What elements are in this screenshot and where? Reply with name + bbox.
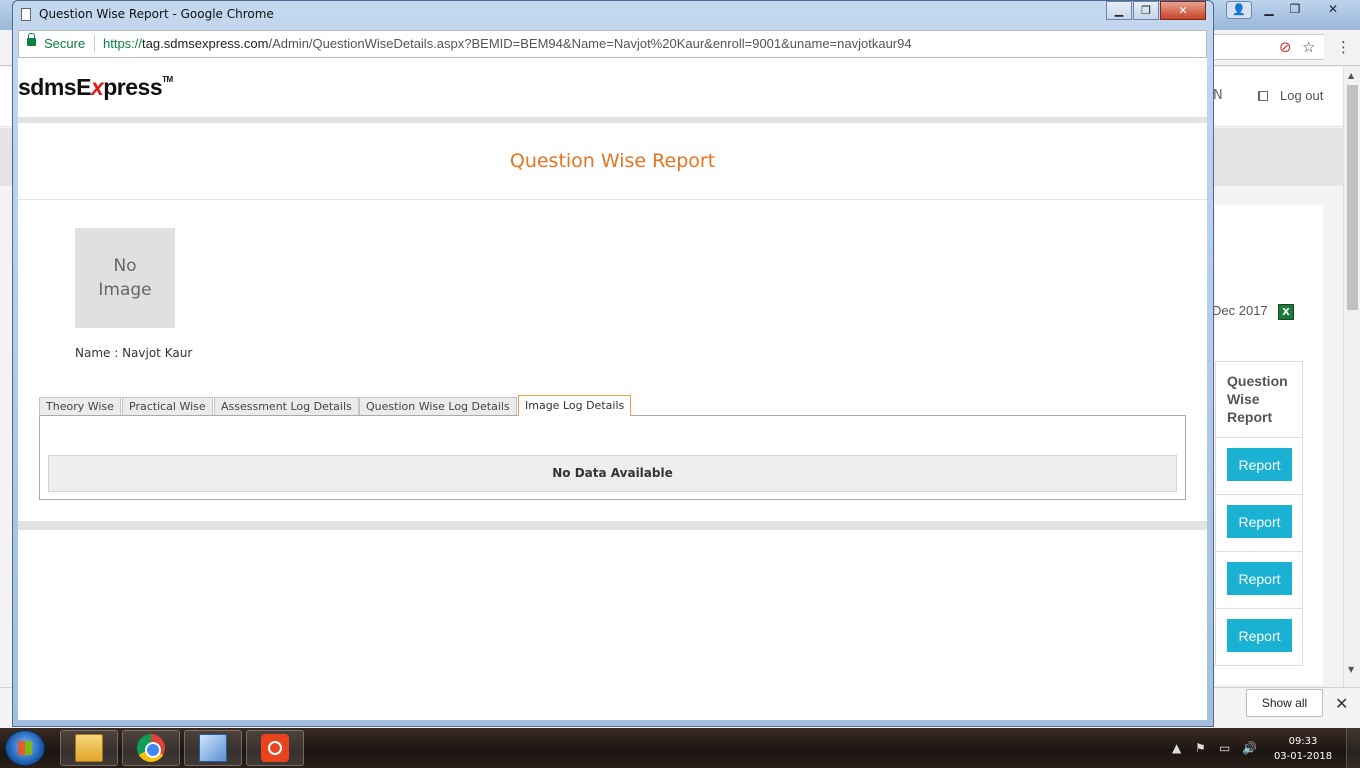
folder-icon: [75, 734, 103, 762]
popup-window-title: Question Wise Report - Google Chrome: [39, 7, 274, 21]
tab-question-wise-log-details[interactable]: Question Wise Log Details: [359, 397, 517, 416]
logo-text-part: sdmsE: [18, 74, 91, 100]
table-header-question-wise-report: Question Wise Report: [1216, 362, 1302, 438]
background-scrollbar[interactable]: ▲ ▼: [1343, 67, 1360, 687]
popup-close-button[interactable]: ✕: [1160, 1, 1206, 20]
report-button[interactable]: Report: [1227, 505, 1292, 538]
system-clock[interactable]: 09:33 03-01-2018: [1268, 734, 1338, 764]
logout-icon: [1258, 91, 1268, 101]
background-header-partial-text: N: [1213, 88, 1223, 103]
clock-time: 09:33: [1288, 736, 1318, 747]
page-url[interactable]: https://tag.sdmsexpress.com/Admin/Questi…: [103, 36, 912, 51]
popup-minimize-button[interactable]: ▁: [1106, 1, 1132, 20]
popup-maximize-button[interactable]: ❐: [1133, 1, 1159, 20]
secure-lock-icon[interactable]: [27, 33, 36, 46]
url-host: tag.sdmsexpress.com: [142, 36, 269, 51]
logout-link[interactable]: Log out: [1258, 88, 1323, 103]
logo-trademark: TM: [162, 75, 173, 84]
background-table: Question Wise Report Report Report Repor…: [1215, 361, 1303, 666]
action-center-flag-icon[interactable]: ⚑: [1195, 741, 1206, 755]
no-data-message: No Data Available: [48, 455, 1177, 492]
secure-label[interactable]: Secure: [44, 36, 85, 51]
report-button[interactable]: Report: [1227, 448, 1292, 481]
tab-image-log-details[interactable]: Image Log Details: [518, 395, 632, 416]
volume-icon[interactable]: 🔊: [1242, 741, 1257, 755]
background-maximize-button[interactable]: ❐: [1282, 1, 1308, 19]
background-minimize-button[interactable]: ▁: [1256, 1, 1282, 19]
show-all-downloads-button[interactable]: Show all: [1246, 689, 1323, 717]
address-bar-separator: [94, 35, 95, 52]
page-title: Question Wise Report: [509, 150, 716, 172]
candidate-name: Name : Navjot Kaur: [75, 346, 193, 360]
no-image-line: No: [113, 256, 137, 276]
report-button[interactable]: Report: [1227, 562, 1292, 595]
logo-text-x: x: [90, 74, 104, 100]
table-row: Report: [1216, 495, 1302, 552]
windows-logo-icon: [18, 741, 32, 755]
url-path: /Admin/QuestionWiseDetails.aspx?BEMID=BE…: [268, 36, 912, 51]
url-scheme: https://: [103, 36, 143, 51]
table-row: Report: [1216, 609, 1302, 666]
blocked-content-icon[interactable]: ⊘: [1279, 38, 1292, 56]
header-divider: [18, 117, 1207, 123]
show-hidden-icons-arrow-icon[interactable]: ▲: [1172, 741, 1181, 755]
candidate-photo-placeholder: No Image: [75, 228, 175, 328]
logo-text-part: press: [103, 74, 163, 100]
chrome-icon: [137, 734, 165, 762]
tab-practical-wise[interactable]: Practical Wise: [122, 397, 213, 416]
report-button[interactable]: Report: [1227, 619, 1292, 652]
scroll-up-arrow-icon[interactable]: ▲: [1348, 71, 1354, 80]
sdmsexpress-logo: sdmsExpressTM: [18, 74, 173, 101]
scrollbar-thumb[interactable]: [1347, 85, 1358, 310]
footer-divider: [18, 521, 1207, 530]
menu-kebab-icon[interactable]: ⋮: [1336, 38, 1351, 56]
background-date-text: Dec 2017: [1212, 303, 1268, 318]
logout-label: Log out: [1280, 88, 1324, 103]
table-row: Report: [1216, 552, 1302, 609]
page-favicon-icon: [21, 8, 31, 21]
tab-assessment-log-details[interactable]: Assessment Log Details: [214, 397, 359, 416]
user-profile-icon[interactable]: 👤: [1226, 1, 1252, 19]
tab-theory-wise[interactable]: Theory Wise: [39, 397, 121, 416]
download-bar-close-icon[interactable]: ✕: [1335, 694, 1348, 713]
background-close-button[interactable]: ✕: [1320, 1, 1346, 19]
scroll-down-arrow-icon[interactable]: ▼: [1348, 665, 1354, 674]
clock-date: 03-01-2018: [1273, 751, 1333, 762]
bookmark-star-icon[interactable]: ☆: [1302, 38, 1315, 56]
no-image-line: Image: [98, 280, 152, 300]
show-desktop-button[interactable]: [1346, 728, 1360, 768]
cube-app-icon: [199, 734, 227, 762]
screen-recorder-icon: [261, 734, 289, 762]
table-row: Report: [1216, 438, 1302, 495]
excel-export-icon[interactable]: X: [1278, 304, 1294, 320]
network-icon[interactable]: ▭: [1219, 741, 1230, 755]
title-divider: [18, 199, 1207, 200]
